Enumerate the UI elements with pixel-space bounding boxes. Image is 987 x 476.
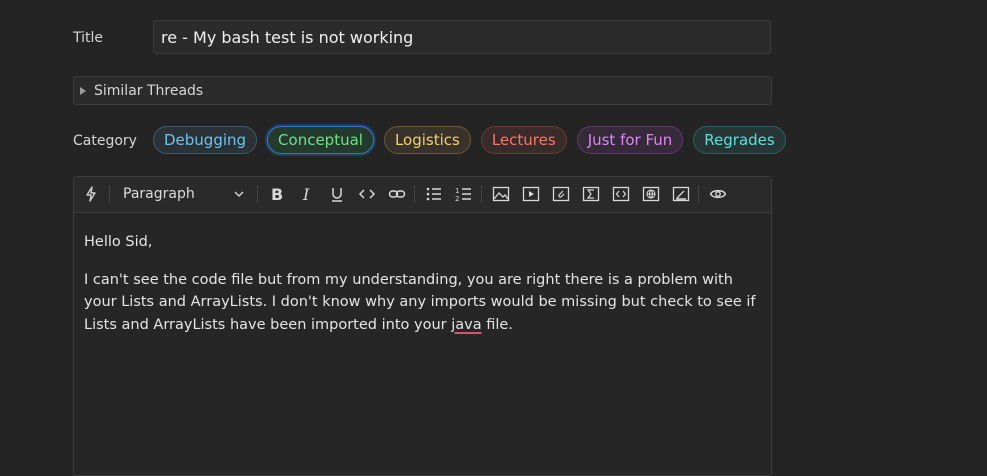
math-icon[interactable] bbox=[582, 185, 600, 203]
misspelled-word[interactable]: java bbox=[451, 317, 481, 333]
category-just-for-fun[interactable]: Just for Fun bbox=[576, 126, 684, 154]
code-block-icon[interactable] bbox=[612, 185, 630, 203]
category-chips: Debugging Conceptual Logistics Lectures … bbox=[153, 126, 786, 154]
title-label: Title bbox=[73, 30, 104, 46]
body-text-end: file. bbox=[481, 316, 513, 333]
svg-text:1: 1 bbox=[455, 187, 459, 195]
toolbar-divider bbox=[481, 185, 482, 203]
body-text: I can't see the code file but from my un… bbox=[84, 271, 756, 333]
chevron-down-icon[interactable] bbox=[232, 187, 246, 201]
bold-icon[interactable]: B bbox=[268, 185, 286, 203]
body-paragraph: I can't see the code file but from my un… bbox=[84, 269, 761, 337]
paragraph-style-select[interactable]: Paragraph bbox=[123, 186, 195, 202]
category-regrades[interactable]: Regrades bbox=[693, 126, 786, 154]
post-editor: Paragraph B I 12 Hello Sid, I can't see … bbox=[73, 176, 772, 476]
image-icon[interactable] bbox=[492, 185, 510, 203]
bolt-icon[interactable] bbox=[82, 185, 100, 203]
web-embed-icon[interactable] bbox=[642, 185, 660, 203]
category-debugging[interactable]: Debugging bbox=[153, 126, 258, 154]
greeting-paragraph: Hello Sid, bbox=[84, 234, 153, 250]
category-conceptual[interactable]: Conceptual bbox=[267, 126, 374, 154]
category-lectures[interactable]: Lectures bbox=[480, 126, 567, 154]
editor-toolbar: Paragraph B I 12 bbox=[74, 177, 771, 213]
numbered-list-icon[interactable]: 12 bbox=[455, 185, 473, 203]
draw-icon[interactable] bbox=[672, 185, 690, 203]
title-input[interactable]: re - My bash test is not working bbox=[153, 20, 771, 54]
underline-icon[interactable] bbox=[328, 185, 346, 203]
expand-triangle-icon bbox=[80, 86, 86, 95]
toolbar-divider bbox=[109, 185, 110, 203]
svg-text:2: 2 bbox=[455, 195, 459, 203]
video-icon[interactable] bbox=[522, 185, 540, 203]
attachment-icon[interactable] bbox=[552, 185, 570, 203]
toolbar-divider bbox=[257, 185, 258, 203]
similar-threads-label: Similar Threads bbox=[94, 82, 204, 99]
editor-body[interactable]: Hello Sid, I can't see the code file but… bbox=[74, 213, 771, 336]
italic-icon[interactable]: I bbox=[298, 185, 316, 203]
svg-text:I: I bbox=[302, 185, 310, 203]
category-label: Category bbox=[73, 133, 137, 149]
code-icon[interactable] bbox=[358, 185, 376, 203]
svg-text:B: B bbox=[271, 185, 283, 203]
bullet-list-icon[interactable] bbox=[425, 185, 443, 203]
toolbar-divider bbox=[698, 185, 699, 203]
toolbar-divider bbox=[414, 185, 415, 203]
preview-icon[interactable] bbox=[709, 185, 727, 203]
similar-threads-toggle[interactable]: Similar Threads bbox=[73, 76, 772, 105]
category-logistics[interactable]: Logistics bbox=[383, 126, 471, 154]
link-icon[interactable] bbox=[388, 185, 406, 203]
